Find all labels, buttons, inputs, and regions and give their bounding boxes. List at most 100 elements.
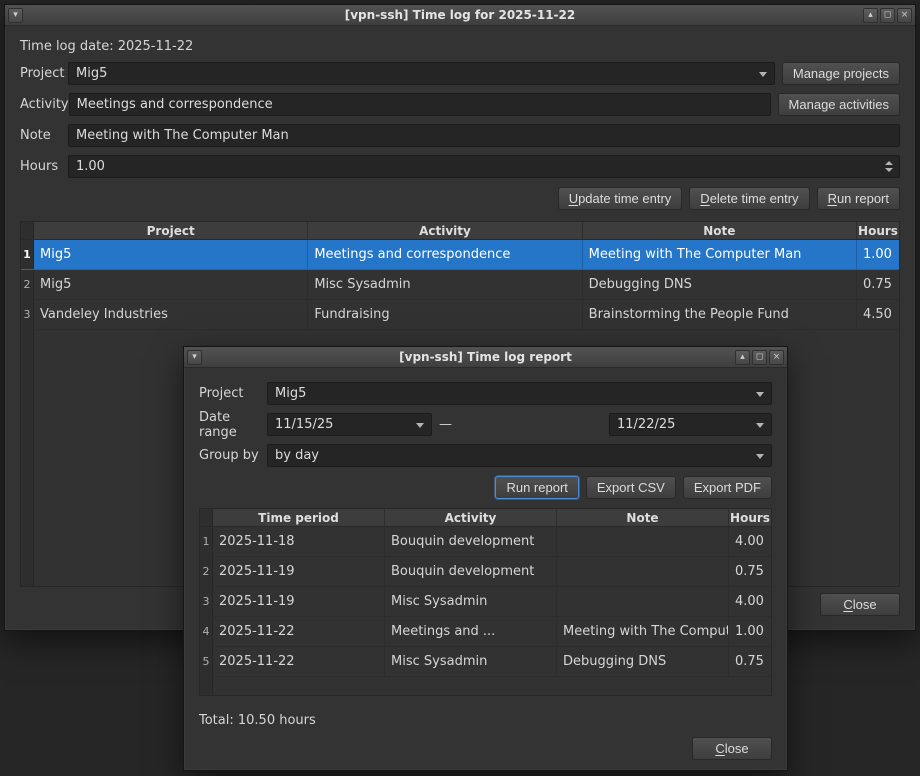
cell-hours: 0.75 xyxy=(857,270,899,299)
report-project-combobox[interactable]: Mig5 xyxy=(267,382,772,405)
cell-note: Meeting with The Computer... xyxy=(557,617,729,646)
manage-projects-button[interactable]: Manage projects xyxy=(782,62,900,85)
hours-row: Hours xyxy=(20,155,900,178)
chevron-down-icon xyxy=(416,423,424,428)
shade-button[interactable]: ▴ xyxy=(863,8,878,23)
cell-project: Mig5 xyxy=(34,270,308,299)
table-row[interactable]: 5 2025-11-22 Misc Sysadmin Debugging DNS… xyxy=(200,647,771,677)
date-to-combobox[interactable]: 11/22/25 xyxy=(609,413,772,436)
window-menu-button[interactable]: ▾ xyxy=(187,350,202,365)
cell-activity: Meetings and ... xyxy=(385,617,557,646)
time-log-date-label: Time log date: 2025-11-22 xyxy=(20,39,900,54)
delete-time-entry-button[interactable]: Delete time entry xyxy=(689,187,809,210)
shade-icon: ▴ xyxy=(868,10,873,20)
entry-actions: Update time entry Delete time entry Run … xyxy=(20,187,900,210)
row-number: 4 xyxy=(200,617,213,646)
column-header-activity[interactable]: Activity xyxy=(385,509,557,526)
note-input[interactable] xyxy=(68,124,900,147)
cell-hours: 1.00 xyxy=(857,240,899,269)
group-by-value: by day xyxy=(275,448,319,463)
cell-time-period: 2025-11-22 xyxy=(213,647,385,676)
window-close-button[interactable]: × xyxy=(897,8,912,23)
table-empty-area xyxy=(200,677,771,695)
cell-note: Debugging DNS xyxy=(557,647,729,676)
column-header-activity[interactable]: Activity xyxy=(308,222,582,239)
close-icon: × xyxy=(901,10,909,20)
spin-up-icon[interactable] xyxy=(885,161,893,165)
dialog-close-row: Close xyxy=(199,737,772,760)
cell-time-period: 2025-11-19 xyxy=(213,587,385,616)
project-combobox[interactable]: Mig5 xyxy=(68,62,775,85)
column-header-note[interactable]: Note xyxy=(557,509,729,526)
note-label: Note xyxy=(20,128,68,143)
report-project-combobox-value: Mig5 xyxy=(275,386,306,401)
cell-activity: Meetings and correspondence xyxy=(308,240,582,269)
cell-time-period: 2025-11-22 xyxy=(213,617,385,646)
cell-activity: Bouquin development xyxy=(385,557,557,586)
window-menu-button[interactable]: ▾ xyxy=(8,8,23,23)
window-close-button[interactable]: × xyxy=(769,350,784,365)
dialog-title: [vpn-ssh] Time log report xyxy=(184,350,787,364)
dialog-titlebar[interactable]: ▾ [vpn-ssh] Time log report ▴ ◻ × xyxy=(184,347,787,368)
date-range-label: Date range xyxy=(199,410,267,440)
group-by-combobox[interactable]: by day xyxy=(267,444,772,467)
report-dialog: ▾ [vpn-ssh] Time log report ▴ ◻ × Projec… xyxy=(183,346,788,771)
table-header-row: Time period Activity Note Hours xyxy=(200,509,771,527)
close-button[interactable]: Close xyxy=(692,737,772,760)
column-header-note[interactable]: Note xyxy=(583,222,857,239)
column-header-hours[interactable]: Hours xyxy=(729,509,771,526)
hours-spinner xyxy=(68,155,900,178)
main-titlebar[interactable]: ▾ [vpn-ssh] Time log for 2025-11-22 ▴ ◻ … xyxy=(5,5,915,26)
run-report-button[interactable]: Run report xyxy=(495,476,578,499)
cell-project: Vandeley Industries xyxy=(34,300,308,329)
maximize-button[interactable]: ◻ xyxy=(752,350,767,365)
table-row[interactable]: 2 2025-11-19 Bouquin development 0.75 xyxy=(200,557,771,587)
date-from-value: 11/15/25 xyxy=(275,417,333,432)
table-row[interactable]: 4 2025-11-22 Meetings and ... Meeting wi… xyxy=(200,617,771,647)
run-report-button[interactable]: Run report xyxy=(817,187,900,210)
row-number: 3 xyxy=(21,300,34,329)
cell-hours: 4.00 xyxy=(729,527,771,556)
project-label: Project xyxy=(199,386,267,401)
manage-activities-button[interactable]: Manage activities xyxy=(778,93,900,116)
window-menu-icon: ▾ xyxy=(13,10,18,20)
date-range-row: Date range 11/15/25 — 11/22/25 xyxy=(199,413,772,436)
column-header-time-period[interactable]: Time period xyxy=(213,509,385,526)
table-row[interactable]: 3 Vandeley Industries Fundraising Brains… xyxy=(21,300,899,330)
project-combobox-value: Mig5 xyxy=(76,66,107,81)
update-time-entry-button[interactable]: Update time entry xyxy=(558,187,683,210)
cell-hours: 0.75 xyxy=(729,557,771,586)
export-pdf-button[interactable]: Export PDF xyxy=(683,476,772,499)
spin-down-icon[interactable] xyxy=(885,168,893,172)
report-table: Time period Activity Note Hours 1 2025-1… xyxy=(199,508,772,696)
cell-note xyxy=(557,557,729,586)
table-row[interactable]: 1 2025-11-18 Bouquin development 4.00 xyxy=(200,527,771,557)
cell-time-period: 2025-11-19 xyxy=(213,557,385,586)
close-icon: × xyxy=(773,352,781,362)
row-number-gutter xyxy=(21,330,34,586)
date-from-combobox[interactable]: 11/15/25 xyxy=(267,413,432,436)
hours-input[interactable] xyxy=(68,155,900,178)
row-number: 1 xyxy=(21,240,34,269)
table-row[interactable]: 2 Mig5 Misc Sysadmin Debugging DNS 0.75 xyxy=(21,270,899,300)
cell-note: Brainstorming the People Fund xyxy=(583,300,857,329)
table-row[interactable]: 3 2025-11-19 Misc Sysadmin 4.00 xyxy=(200,587,771,617)
table-row[interactable]: 1 Mig5 Meetings and correspondence Meeti… xyxy=(21,240,899,270)
table-header-row: Project Activity Note Hours xyxy=(21,222,899,240)
spinner-buttons[interactable] xyxy=(885,155,895,178)
cell-note: Debugging DNS xyxy=(583,270,857,299)
column-header-hours[interactable]: Hours xyxy=(857,222,899,239)
date-to-value: 11/22/25 xyxy=(617,417,675,432)
cell-activity: Misc Sysadmin xyxy=(385,587,557,616)
column-header-project[interactable]: Project xyxy=(34,222,308,239)
chevron-down-icon xyxy=(756,423,764,428)
maximize-button[interactable]: ◻ xyxy=(880,8,895,23)
cell-hours: 0.75 xyxy=(729,647,771,676)
activity-input[interactable] xyxy=(69,93,771,116)
export-csv-button[interactable]: Export CSV xyxy=(586,476,676,499)
hours-label: Hours xyxy=(20,159,68,174)
report-actions: Run report Export CSV Export PDF xyxy=(199,476,772,499)
close-button[interactable]: Close xyxy=(820,593,900,616)
shade-button[interactable]: ▴ xyxy=(735,350,750,365)
group-by-label: Group by xyxy=(199,448,267,463)
